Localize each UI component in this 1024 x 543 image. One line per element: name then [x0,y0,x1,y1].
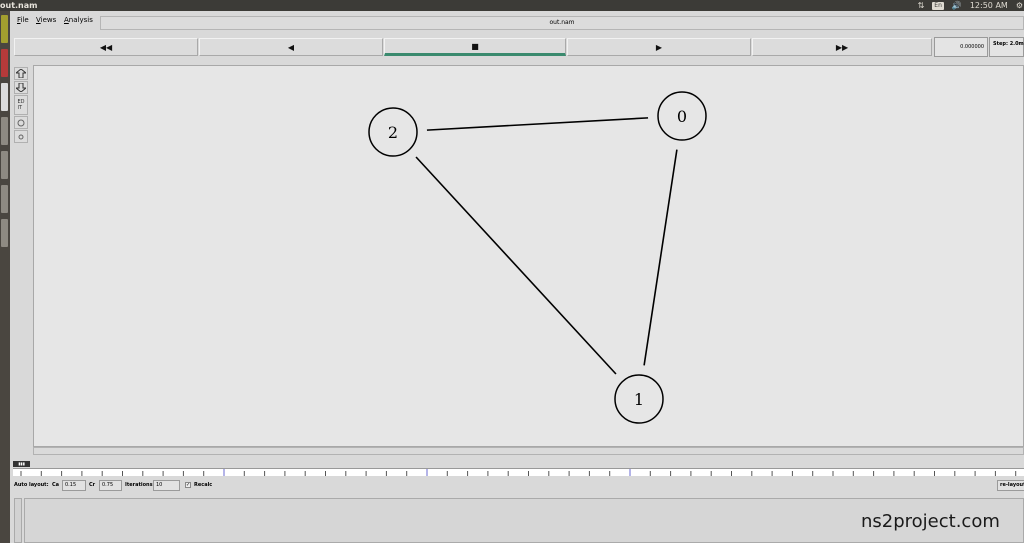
zoom-in-icon[interactable] [14,67,28,80]
play-button[interactable]: ▶ [567,38,751,56]
launcher-app-icon[interactable] [1,219,8,247]
network-updown-icon[interactable]: ⇅ [918,0,925,11]
circle-icon[interactable] [14,116,28,129]
cr-input[interactable]: 0.75 [99,480,122,491]
canvas-horizontal-scrollbar[interactable] [33,447,1024,455]
timeline-marker: ▮▮▮ [13,461,30,467]
time-display: 0.000000 [934,37,988,57]
launcher-app-icon[interactable] [1,117,8,145]
link-0-1[interactable] [643,149,678,366]
auto-layout-bar: Auto layout: Ca 0.15 Cr 0.75 Iterations … [10,478,1024,494]
trace-filename: out.nam [100,16,1024,30]
keyboard-layout-indicator[interactable]: En [932,1,944,10]
window-title: out.nam [0,1,38,10]
nam-window: File Views Analysis out.nam ◀◀ ◀ ■ ▶ ▶▶ … [10,11,1024,543]
gear-icon[interactable]: ⚙ [1016,0,1023,11]
relayout-button[interactable]: re-layout [997,480,1024,491]
fast-forward-button[interactable]: ▶▶ [752,38,932,56]
menu-bar: File Views Analysis out.nam [10,14,1024,30]
launcher [0,11,10,543]
launcher-app-icon[interactable] [1,49,8,77]
edit-button[interactable]: ED IT [14,95,28,115]
system-tray: ⇅ En 🔊 12:50 AM ⚙ [918,0,1024,11]
watermark: ns2project.com [861,511,1000,532]
iterations-label: Iterations [125,482,153,488]
volume-icon[interactable]: 🔊 [952,0,962,11]
cr-label: Cr [89,482,96,488]
step-size-slider[interactable]: Step: 2.0ms [989,37,1024,57]
recalc-checkbox[interactable]: ✓ [185,482,191,488]
launcher-app-icon[interactable] [1,15,8,43]
rewind-button[interactable]: ◀◀ [14,38,198,56]
launcher-app-icon[interactable] [1,185,8,213]
node-label-2: 2 [388,123,398,142]
link-2-0[interactable] [426,117,649,131]
step-back-button[interactable]: ◀ [199,38,383,56]
node-label-0: 0 [677,107,687,126]
network-canvas[interactable]: 0 1 2 [33,65,1024,447]
iterations-input[interactable]: 10 [153,480,180,491]
tool-column: ED IT [14,67,28,157]
ca-input[interactable]: 0.15 [62,480,86,491]
timeline-slider[interactable] [13,468,1024,476]
launcher-app-icon[interactable] [1,151,8,179]
node-label-1: 1 [634,390,644,409]
recalc-label: Recalc [194,482,213,488]
ca-label: Ca [52,482,60,488]
topology-graph[interactable]: 0 1 2 [34,66,1023,446]
small-circle-icon[interactable] [14,130,28,143]
timeline: ▮▮▮ [10,460,1024,476]
auto-layout-label: Auto layout: [14,482,49,488]
playback-controls: ◀◀ ◀ ■ ▶ ▶▶ 0.000000 Step: 2.0ms [10,37,1024,59]
menu-views[interactable]: Views [36,16,56,24]
screen: out.nam ⇅ En 🔊 12:50 AM ⚙ File Views Ana… [0,0,1024,543]
menu-analysis[interactable]: Analysis [64,16,93,24]
launcher-app-icon[interactable] [1,83,8,111]
zoom-out-icon[interactable] [14,81,28,94]
menu-file[interactable]: File [17,16,29,24]
link-2-1[interactable] [415,156,617,375]
pane-vertical-scrollbar[interactable] [14,498,22,543]
clock[interactable]: 12:50 AM [970,0,1008,11]
stop-button[interactable]: ■ [384,38,566,56]
system-top-bar: out.nam ⇅ En 🔊 12:50 AM ⚙ [0,0,1024,11]
